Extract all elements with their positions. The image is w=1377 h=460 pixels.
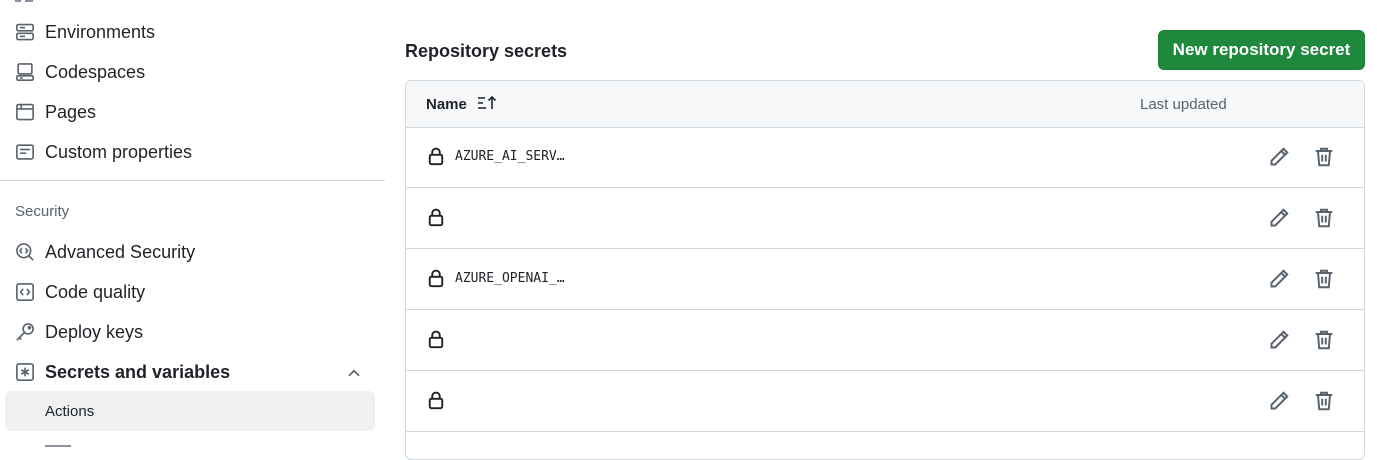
pencil-icon[interactable]	[1267, 389, 1291, 413]
lock-icon	[426, 146, 446, 166]
key-icon	[15, 322, 35, 342]
sidebar-item-codespaces[interactable]: Codespaces	[0, 52, 385, 92]
server-icon	[15, 22, 35, 42]
table-header: Name Last updated	[406, 81, 1364, 128]
table-row: AZURE_OPENAI_…	[406, 249, 1364, 310]
trash-icon[interactable]	[1312, 389, 1336, 413]
lock-icon	[426, 390, 446, 410]
browser-icon	[15, 102, 35, 122]
sidebar-subitem-actions[interactable]: Actions	[5, 391, 375, 431]
sidebar-item-label: Code quality	[45, 282, 146, 302]
note-icon	[15, 142, 35, 162]
sidebar-item-label: Pages	[45, 102, 97, 122]
page-title: Repository secrets	[405, 41, 568, 61]
sidebar-item-custom-properties[interactable]: Custom properties	[0, 132, 385, 172]
pencil-icon[interactable]	[1267, 267, 1291, 291]
codescan-icon	[15, 242, 35, 262]
pencil-icon[interactable]	[1267, 206, 1291, 230]
trash-icon[interactable]	[1312, 267, 1336, 291]
column-header-name[interactable]: Name	[426, 96, 467, 113]
sidebar-item-label: Advanced Security	[45, 242, 196, 262]
trash-icon[interactable]	[1312, 145, 1336, 169]
sidebar-divider	[0, 180, 385, 181]
cut-off-subitem	[45, 441, 75, 447]
sidebar-subitem-label: Actions	[45, 403, 95, 420]
secret-name: AZURE_AI_SERV…	[455, 149, 565, 164]
sidebar-item-label: Environments	[45, 22, 156, 42]
sidebar-item-label: Deploy keys	[45, 322, 144, 342]
lock-icon	[426, 329, 446, 349]
sidebar-section-heading: Security	[15, 203, 70, 220]
table-row	[406, 310, 1364, 371]
sidebar-item-environments[interactable]: Environments	[0, 12, 385, 52]
cut-off-nav-item	[15, 0, 75, 4]
lock-icon	[426, 268, 446, 288]
pencil-icon[interactable]	[1267, 328, 1291, 352]
table-row	[406, 188, 1364, 249]
settings-sidebar: Environments Codespaces Pages Custom pro…	[0, 0, 385, 447]
sidebar-item-code-quality[interactable]: Code quality	[0, 272, 385, 312]
asterisk-icon	[15, 362, 35, 382]
new-repository-secret-button[interactable]: New repository secret	[1158, 30, 1365, 70]
trash-icon[interactable]	[1312, 206, 1336, 230]
trash-icon[interactable]	[1312, 328, 1336, 352]
secret-name: AZURE_OPENAI_…	[455, 271, 565, 286]
sidebar-item-label: Custom properties	[45, 142, 193, 162]
secrets-table: Name Last updated AZURE_AI_SERV… AZURE_OP…	[405, 80, 1365, 460]
sidebar-item-advanced-security[interactable]: Advanced Security	[0, 232, 385, 272]
column-header-last-updated: Last updated	[1140, 96, 1227, 113]
table-row: AZURE_AI_SERV…	[406, 127, 1364, 188]
sidebar-item-label: Codespaces	[45, 62, 146, 82]
code-square-icon	[15, 282, 35, 302]
chevron-up-icon[interactable]	[345, 364, 363, 382]
sidebar-item-pages[interactable]: Pages	[0, 92, 385, 132]
sidebar-item-deploy-keys[interactable]: Deploy keys	[0, 312, 385, 352]
sort-ascending-icon[interactable]	[476, 94, 498, 112]
table-row	[406, 371, 1364, 432]
sidebar-item-label: Secrets and variables	[45, 362, 231, 382]
codespaces-icon	[15, 62, 35, 82]
pencil-icon[interactable]	[1267, 145, 1291, 169]
lock-icon	[426, 207, 446, 227]
sidebar-item-secrets-and-variables[interactable]: Secrets and variables	[0, 352, 385, 392]
